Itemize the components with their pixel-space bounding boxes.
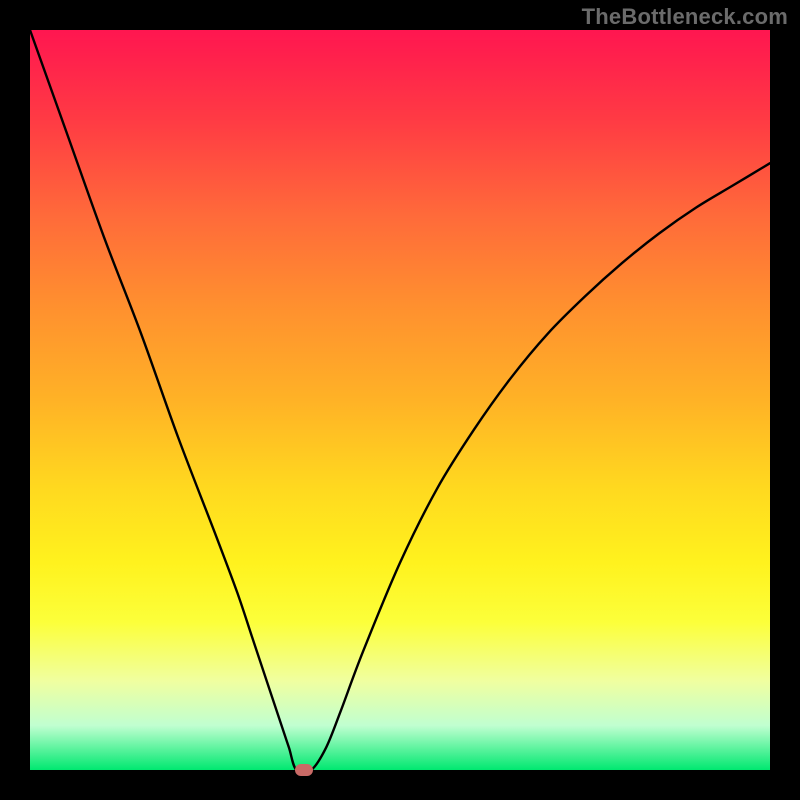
optimum-marker <box>295 764 313 776</box>
plot-area <box>30 30 770 770</box>
watermark-text: TheBottleneck.com <box>582 4 788 30</box>
chart-frame: TheBottleneck.com <box>0 0 800 800</box>
curve-path <box>30 30 770 773</box>
bottleneck-curve <box>30 30 770 770</box>
